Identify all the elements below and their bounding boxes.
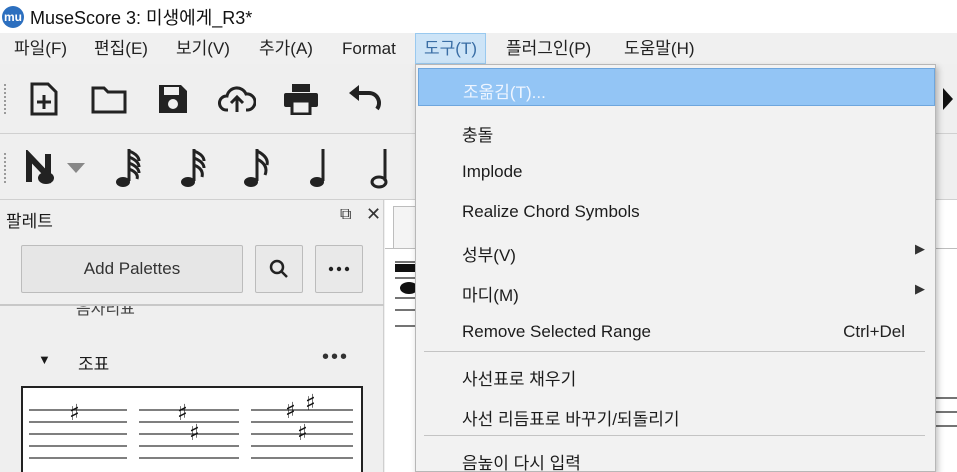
upload-cloud-icon[interactable] xyxy=(215,77,259,121)
title-bar: mu MuseScore 3: 미생에게_R3* xyxy=(0,0,957,33)
toolbar-grip[interactable] xyxy=(4,84,8,114)
menu-help[interactable]: 도움말(H) xyxy=(616,33,703,64)
new-score-icon[interactable] xyxy=(22,77,66,121)
sharp-icon[interactable]: ♯ xyxy=(305,391,316,416)
undo-icon[interactable] xyxy=(343,77,387,121)
sharp-icon[interactable]: ♯ xyxy=(177,401,188,426)
section-more-icon[interactable]: ••• xyxy=(322,346,349,369)
open-folder-icon[interactable] xyxy=(87,77,131,121)
search-icon xyxy=(269,259,288,278)
menu-bar: 파일(F) 편집(E) 보기(V) 추가(A) Format 도구(T) 플러그… xyxy=(0,33,957,64)
section-label: 조표 xyxy=(78,355,110,374)
search-palette-button[interactable] xyxy=(255,245,303,293)
menu-item-remove-selected-range[interactable]: Remove Selected Range Ctrl+Del xyxy=(418,313,935,351)
save-icon[interactable] xyxy=(151,77,195,121)
64th-note-icon[interactable] xyxy=(108,146,152,190)
menu-item-voices[interactable]: 성부(V) ▶ xyxy=(418,232,935,270)
palette-title: 팔레트 xyxy=(6,212,53,231)
add-palettes-button[interactable]: Add Palettes xyxy=(21,245,243,293)
submenu-arrow-icon: ▶ xyxy=(915,281,925,296)
menu-add[interactable]: 추가(A) xyxy=(251,33,321,64)
menu-tools[interactable]: 도구(T) xyxy=(415,33,486,64)
palette-options-button[interactable] xyxy=(315,245,363,293)
tools-menu: 조옮김(T)... 충돌 Implode Realize Chord Symbo… xyxy=(415,64,936,472)
menu-edit[interactable]: 편집(E) xyxy=(86,33,156,64)
menu-item-measures[interactable]: 마디(M) ▶ xyxy=(418,272,935,310)
toolbar-grip[interactable] xyxy=(4,153,8,183)
menu-item-fill-slashes[interactable]: 사선표로 채우기 xyxy=(418,356,935,394)
shortcut-label: Ctrl+Del xyxy=(843,322,905,341)
palette-section-keysig[interactable]: ▼ 조표 ••• xyxy=(0,346,384,378)
more-icon xyxy=(328,266,350,272)
menu-item-realize-chord-symbols[interactable]: Realize Chord Symbols xyxy=(418,193,935,231)
window-title: MuseScore 3: 미생에게_R3* xyxy=(30,7,253,28)
musescore-logo-icon: mu xyxy=(2,5,24,28)
menu-separator xyxy=(424,351,925,352)
menu-item-toggle-rhythmic-slash[interactable]: 사선 리듬표로 바꾸기/되돌리기 xyxy=(418,396,935,434)
sharp-icon[interactable]: ♯ xyxy=(285,399,296,424)
palette-panel: 팔레트 ⧉ ✕ Add Palettes 음자리표 ▼ 조표 ••• ♯ ♯ ♯… xyxy=(0,200,384,472)
close-icon[interactable]: ✕ xyxy=(366,204,381,225)
menu-item-transpose[interactable]: 조옮김(T)... xyxy=(418,68,935,106)
menu-file[interactable]: 파일(F) xyxy=(6,33,75,64)
palette-divider xyxy=(0,304,384,306)
quarter-note-icon[interactable] xyxy=(359,146,403,190)
eighth-note-icon[interactable] xyxy=(297,146,341,190)
menu-format[interactable]: Format xyxy=(334,33,404,64)
menu-view[interactable]: 보기(V) xyxy=(168,33,238,64)
32nd-note-icon[interactable] xyxy=(173,146,217,190)
sharp-icon[interactable]: ♯ xyxy=(297,421,308,446)
menu-plugins[interactable]: 플러그인(P) xyxy=(498,33,599,64)
menu-item-implode[interactable]: Implode xyxy=(418,153,935,191)
note-input-icon[interactable] xyxy=(20,146,64,190)
sharp-icon[interactable]: ♯ xyxy=(69,401,80,426)
collapse-arrow-icon[interactable]: ▼ xyxy=(38,352,51,367)
sharp-icon[interactable]: ♯ xyxy=(189,421,200,446)
16th-note-icon[interactable] xyxy=(236,146,280,190)
submenu-arrow-icon: ▶ xyxy=(915,241,925,256)
print-icon[interactable] xyxy=(279,77,323,121)
palette-partial-item[interactable]: 음자리표 xyxy=(76,306,135,322)
menu-item-explode[interactable]: 충돌 xyxy=(418,112,935,150)
menu-item-respell-pitches[interactable]: 음높이 다시 입력 xyxy=(418,440,935,472)
menu-separator xyxy=(424,435,925,436)
dropdown-icon[interactable] xyxy=(64,146,88,190)
undock-icon[interactable]: ⧉ xyxy=(340,206,351,224)
toolbar-overflow-icon[interactable] xyxy=(938,77,957,121)
key-signature-grid: ♯ ♯ ♯ ♯ ♯ ♯ xyxy=(21,386,363,472)
